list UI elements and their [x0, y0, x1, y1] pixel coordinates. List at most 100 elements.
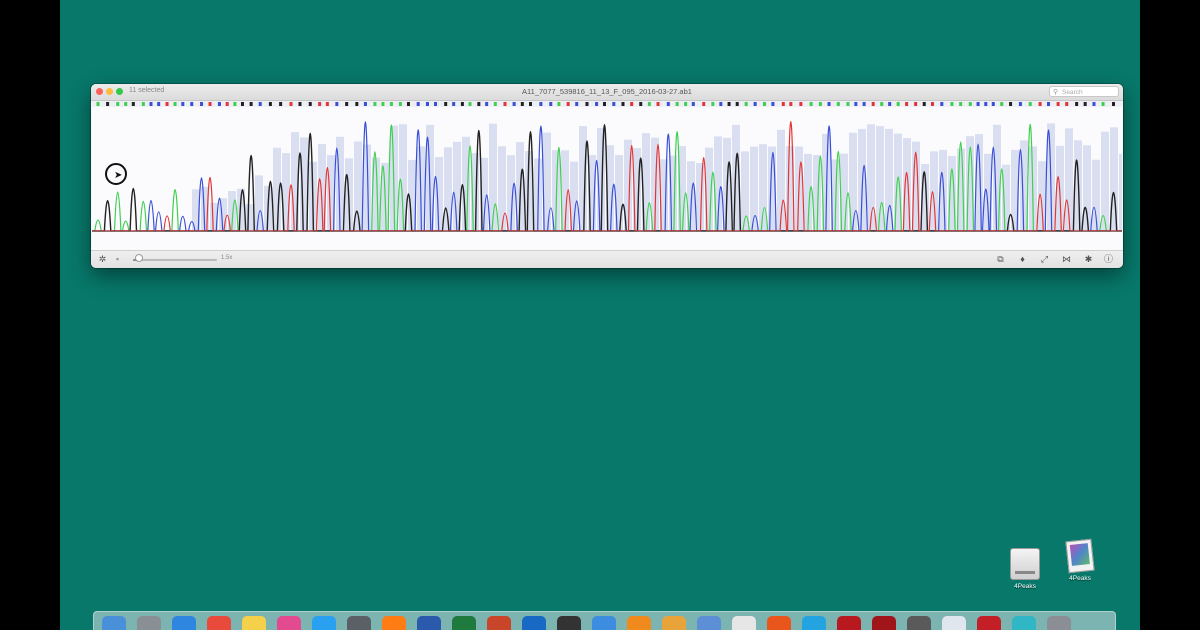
outlook-icon[interactable]: [522, 616, 546, 630]
chromatogram-plot[interactable]: [92, 101, 1122, 250]
terminal-icon[interactable]: [557, 616, 581, 630]
base-call-G: [520, 102, 524, 106]
base-call-A: [373, 102, 377, 106]
bottom-toolbar: ✲ ▪ 1.5x ⧉ ♦ ⤢ ⋈ ✱ ⓘ: [91, 250, 1123, 268]
base-call-T: [225, 102, 229, 106]
base-call-G: [639, 102, 643, 106]
base-call-C: [862, 102, 866, 106]
base-call-G: [460, 102, 464, 106]
base-call-A: [684, 102, 688, 106]
quality-bar: [255, 175, 263, 231]
base-call-G: [621, 102, 625, 106]
zoom-slider-handle[interactable]: [135, 254, 143, 262]
base-call-C: [157, 102, 161, 106]
base-call-T: [799, 102, 803, 106]
skype-icon[interactable]: [802, 616, 826, 630]
calendar-icon[interactable]: [207, 616, 231, 630]
mail-icon[interactable]: [592, 616, 616, 630]
sequence-window[interactable]: 11 selected A11_7077_539816_11_13_F_095_…: [91, 84, 1123, 268]
base-call-A: [173, 102, 177, 106]
desktop-app-label: 4Peaks: [1069, 575, 1091, 582]
base-call-A: [711, 102, 715, 106]
appstore-icon[interactable]: [312, 616, 336, 630]
base-call-C: [575, 102, 579, 106]
base-call-G: [735, 102, 739, 106]
base-call-A: [381, 102, 385, 106]
acrobat-icon[interactable]: [872, 616, 896, 630]
search-input[interactable]: ⚲ Search: [1049, 86, 1119, 97]
quality-bar: [696, 162, 704, 231]
base-call-C: [612, 102, 616, 106]
info-icon[interactable]: ⓘ: [1102, 253, 1115, 266]
base-call-T: [566, 102, 570, 106]
photo-icon: [1065, 538, 1095, 574]
trim-icon[interactable]: ⋈: [1060, 253, 1073, 266]
preview-icon[interactable]: [697, 616, 721, 630]
quality-bar: [858, 128, 866, 231]
finder-icon[interactable]: [102, 616, 126, 630]
base-call-G: [249, 102, 253, 106]
desktop-drive[interactable]: 4Peaks: [1000, 548, 1050, 590]
quicktime-icon[interactable]: [907, 616, 931, 630]
launchpad-icon[interactable]: [137, 616, 161, 630]
base-call-G: [279, 102, 283, 106]
base-call-C: [888, 102, 892, 106]
base-call-T: [630, 102, 634, 106]
circle-app-icon[interactable]: [1012, 616, 1036, 630]
base-call-T: [656, 102, 660, 106]
base-call-A: [896, 102, 900, 106]
pages-icon[interactable]: [662, 616, 686, 630]
notes-icon[interactable]: [242, 616, 266, 630]
zoom-out-icon[interactable]: ▪: [111, 253, 124, 266]
base-call-G: [585, 102, 589, 106]
base-call-A: [96, 102, 100, 106]
settings-icon[interactable]: ✱: [1082, 253, 1095, 266]
zoom-slider[interactable]: [133, 259, 217, 261]
powerpoint-icon[interactable]: [487, 616, 511, 630]
base-call-C: [258, 102, 262, 106]
base-call-G: [922, 102, 926, 106]
desktop-app[interactable]: 4Peaks: [1055, 538, 1105, 582]
gear-icon[interactable]: ✲: [96, 253, 109, 266]
base-call-T: [914, 102, 918, 106]
base-call-A: [1101, 102, 1105, 106]
firefox-icon[interactable]: [767, 616, 791, 630]
illustrator-icon[interactable]: [382, 616, 406, 630]
base-call-G: [727, 102, 731, 106]
itunes-icon[interactable]: [277, 616, 301, 630]
base-call-A: [647, 102, 651, 106]
microphone-icon[interactable]: ♦: [1016, 253, 1029, 266]
title-bar[interactable]: 11 selected A11_7077_539816_11_13_F_095_…: [91, 84, 1123, 101]
base-call-T: [905, 102, 909, 106]
quality-bar: [462, 136, 470, 231]
base-call-C: [416, 102, 420, 106]
copy-icon[interactable]: ⧉: [994, 253, 1007, 266]
word-icon[interactable]: [417, 616, 441, 630]
base-call-C: [753, 102, 757, 106]
base-call-C: [666, 102, 670, 106]
vlc-icon[interactable]: [627, 616, 651, 630]
photos-icon[interactable]: [942, 616, 966, 630]
base-call-G: [240, 102, 244, 106]
trash-icon[interactable]: [1047, 616, 1071, 630]
syspref-icon[interactable]: [347, 616, 371, 630]
adobe-icon[interactable]: [837, 616, 861, 630]
base-call-C: [217, 102, 221, 106]
base-call-G: [268, 102, 272, 106]
reader-icon[interactable]: [977, 616, 1001, 630]
base-call-A: [493, 102, 497, 106]
base-call-A: [1028, 102, 1032, 106]
base-call-C: [940, 102, 944, 106]
base-call-A: [950, 102, 954, 106]
chrome-icon[interactable]: [732, 616, 756, 630]
hard-drive-icon: [1010, 548, 1040, 580]
base-call-C: [512, 102, 516, 106]
safari-icon[interactable]: [172, 616, 196, 630]
expand-icon[interactable]: ⤢: [1038, 253, 1051, 266]
base-call-A: [744, 102, 748, 106]
desktop-drive-label: 4Peaks: [1014, 583, 1036, 590]
excel-icon[interactable]: [452, 616, 476, 630]
base-call-G: [1009, 102, 1013, 106]
base-call-A: [763, 102, 767, 106]
base-call-G: [406, 102, 410, 106]
